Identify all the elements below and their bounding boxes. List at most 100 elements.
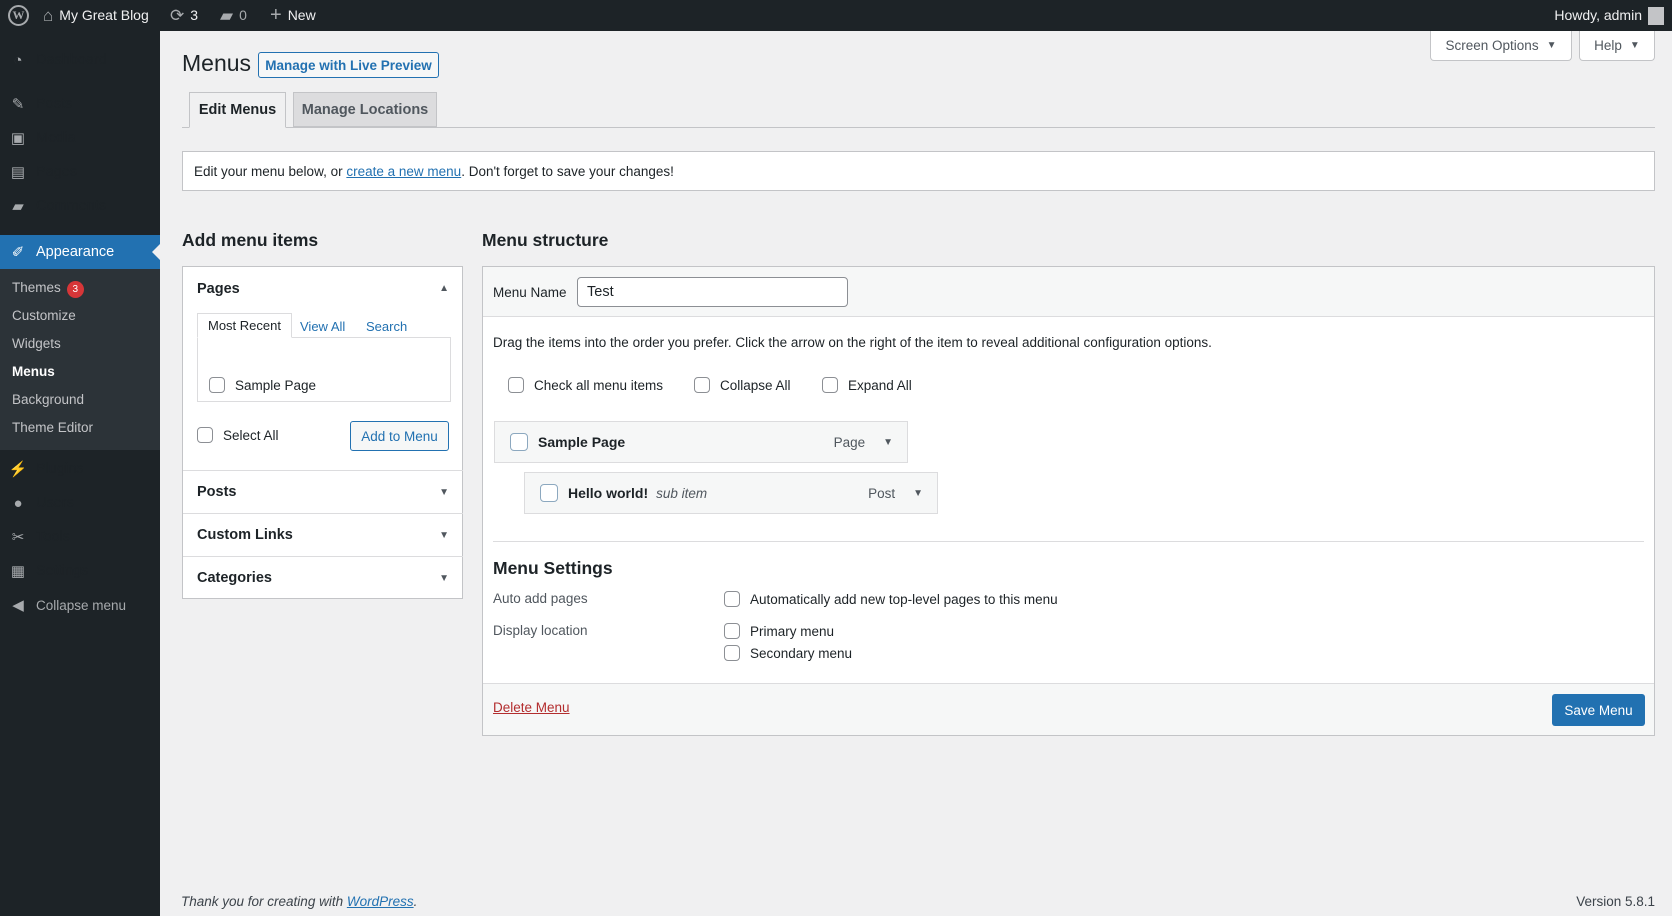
save-menu-button[interactable]: Save Menu <box>1552 694 1645 726</box>
display-location-label: Display location <box>493 623 588 638</box>
footer-thanks: Thank you for creating with WordPress. <box>181 894 418 909</box>
divider <box>493 541 1644 542</box>
account-menu[interactable]: Howdy, admin <box>1554 0 1664 31</box>
subtab-view-all[interactable]: View All <box>300 319 345 334</box>
settings-icon: ▦ <box>10 563 26 580</box>
sidebar-item-pages[interactable]: ▤ Pages <box>0 155 160 189</box>
live-preview-button[interactable]: Manage with Live Preview <box>258 52 439 78</box>
site-name-link[interactable]: ⌂ My Great Blog <box>43 0 149 31</box>
avatar <box>1648 6 1664 25</box>
tab-edit-menus[interactable]: Edit Menus <box>189 92 286 128</box>
submenu-item-customize[interactable]: Customize <box>12 308 76 323</box>
checkbox[interactable] <box>724 645 740 661</box>
collapse-all[interactable]: Collapse All <box>694 377 791 393</box>
caret-down-icon[interactable]: ▼ <box>883 437 893 448</box>
auto-add-label: Auto add pages <box>493 591 588 606</box>
checkbox[interactable] <box>510 433 528 451</box>
sidebar-item-media[interactable]: ▣ Media <box>0 121 160 155</box>
create-new-menu-link[interactable]: create a new menu <box>346 164 461 179</box>
secondary-menu-option[interactable]: Secondary menu <box>724 645 852 661</box>
refresh-icon: ⟳ <box>170 6 185 25</box>
auto-add-option[interactable]: Automatically add new top-level pages to… <box>724 591 1058 607</box>
menu-name-input[interactable] <box>577 277 848 307</box>
pages-section-toggle[interactable]: Pages ▲ <box>183 267 463 310</box>
page-title: Menus <box>182 50 252 76</box>
delete-menu-link[interactable]: Delete Menu <box>493 700 570 715</box>
tab-manage-locations[interactable]: Manage Locations <box>293 92 437 127</box>
caret-down-icon: ▼ <box>1546 40 1557 51</box>
sidebar-item-plugins[interactable]: ⚡ Plugins <box>0 452 160 486</box>
help-button[interactable]: Help ▼ <box>1579 31 1655 61</box>
wrench-icon: ✂ <box>11 529 25 546</box>
admin-bar: W ⌂ My Great Blog ⟳ 3 ▰ 0 + New Howdy, admin <box>0 0 1672 31</box>
sidebar-item-dashboard[interactable]: ◔ Dashboard <box>0 43 160 77</box>
sidebar-item-appearance[interactable]: ✐ Appearance <box>0 235 160 269</box>
checkbox[interactable] <box>724 623 740 639</box>
select-all[interactable]: Select All <box>197 427 279 443</box>
submenu-item-widgets[interactable]: Widgets <box>12 336 61 351</box>
caret-down-icon: ▼ <box>1629 40 1640 51</box>
screen-options-button[interactable]: Screen Options ▼ <box>1430 31 1572 61</box>
menu-settings-heading: Menu Settings <box>493 558 613 578</box>
plus-icon: + <box>270 4 282 26</box>
sidebar-item-settings[interactable]: ▦ Settings <box>0 554 160 588</box>
submenu-item-themes[interactable]: Themes 3 <box>12 280 84 298</box>
caret-up-icon: ▲ <box>439 283 449 294</box>
updates-link[interactable]: ⟳ 3 <box>170 0 198 31</box>
sidebar-item-comments[interactable]: ▰ Comments <box>0 189 160 223</box>
expand-all[interactable]: Expand All <box>822 377 912 393</box>
checkbox[interactable] <box>822 377 838 393</box>
posts-section-toggle[interactable]: Posts ▼ <box>183 470 463 513</box>
checkbox[interactable] <box>209 377 225 393</box>
pages-icon: ▤ <box>10 164 26 181</box>
wordpress-logo-icon[interactable]: W <box>8 0 29 31</box>
submenu-item-menus[interactable]: Menus <box>12 364 55 379</box>
primary-menu-option[interactable]: Primary menu <box>724 623 834 639</box>
page-option[interactable]: Sample Page <box>209 377 316 393</box>
check-all-items[interactable]: Check all menu items <box>508 377 663 393</box>
checkbox[interactable] <box>724 591 740 607</box>
add-menu-items-heading: Add menu items <box>182 230 319 250</box>
subtab-search[interactable]: Search <box>366 319 407 334</box>
subtab-most-recent[interactable]: Most Recent <box>197 313 292 338</box>
caret-down-icon: ▼ <box>439 486 449 498</box>
checkbox[interactable] <box>540 484 558 502</box>
caret-down-icon[interactable]: ▼ <box>913 488 923 499</box>
menu-item[interactable]: Sample Page Page ▼ <box>494 421 908 463</box>
user-icon: ● <box>13 494 23 512</box>
new-content-link[interactable]: + New <box>270 0 316 31</box>
menu-management-panel: Menu Name Drag the items into the order … <box>482 266 1655 736</box>
submenu-item-background[interactable]: Background <box>12 392 84 407</box>
tabs-divider <box>182 127 1655 128</box>
update-count-badge: 3 <box>66 281 84 298</box>
submenu-item-theme-editor[interactable]: Theme Editor <box>12 420 93 435</box>
checkbox[interactable] <box>508 377 524 393</box>
caret-down-icon: ▼ <box>439 572 449 584</box>
pin-icon: ✎ <box>11 96 25 113</box>
add-to-menu-button[interactable]: Add to Menu <box>350 421 449 451</box>
categories-section-toggle[interactable]: Categories ▼ <box>183 556 463 599</box>
menu-name-label: Menu Name <box>493 285 567 300</box>
sidebar-item-tools[interactable]: ✂ Tools <box>0 520 160 554</box>
instructions: Drag the items into the order you prefer… <box>493 335 1212 350</box>
sidebar-item-posts[interactable]: ✎ Posts <box>0 87 160 121</box>
sidebar-item-users[interactable]: ● Users <box>0 486 160 520</box>
dashboard-icon: ◔ <box>13 51 23 69</box>
home-icon: ⌂ <box>43 6 54 25</box>
wordpress-link[interactable]: WordPress <box>347 894 414 909</box>
brush-icon: ✐ <box>11 244 25 261</box>
custom-links-section-toggle[interactable]: Custom Links ▼ <box>183 513 463 556</box>
checkbox[interactable] <box>197 427 213 443</box>
checkbox[interactable] <box>694 377 710 393</box>
comment-icon: ▰ <box>12 198 24 215</box>
menu-structure-heading: Menu structure <box>482 230 609 250</box>
comment-icon: ▰ <box>220 6 234 25</box>
plugin-icon: ⚡ <box>8 461 28 478</box>
caret-down-icon: ▼ <box>439 529 449 541</box>
collapse-menu-button[interactable]: ◀ Collapse menu <box>0 588 160 622</box>
notice: Edit your menu below, or create a new me… <box>182 151 1655 191</box>
menu-footer <box>483 683 1654 735</box>
menu-item[interactable]: Hello world! sub item Post ▼ <box>524 472 938 514</box>
comments-link[interactable]: ▰ 0 <box>220 0 247 31</box>
media-icon: ▣ <box>10 130 26 147</box>
